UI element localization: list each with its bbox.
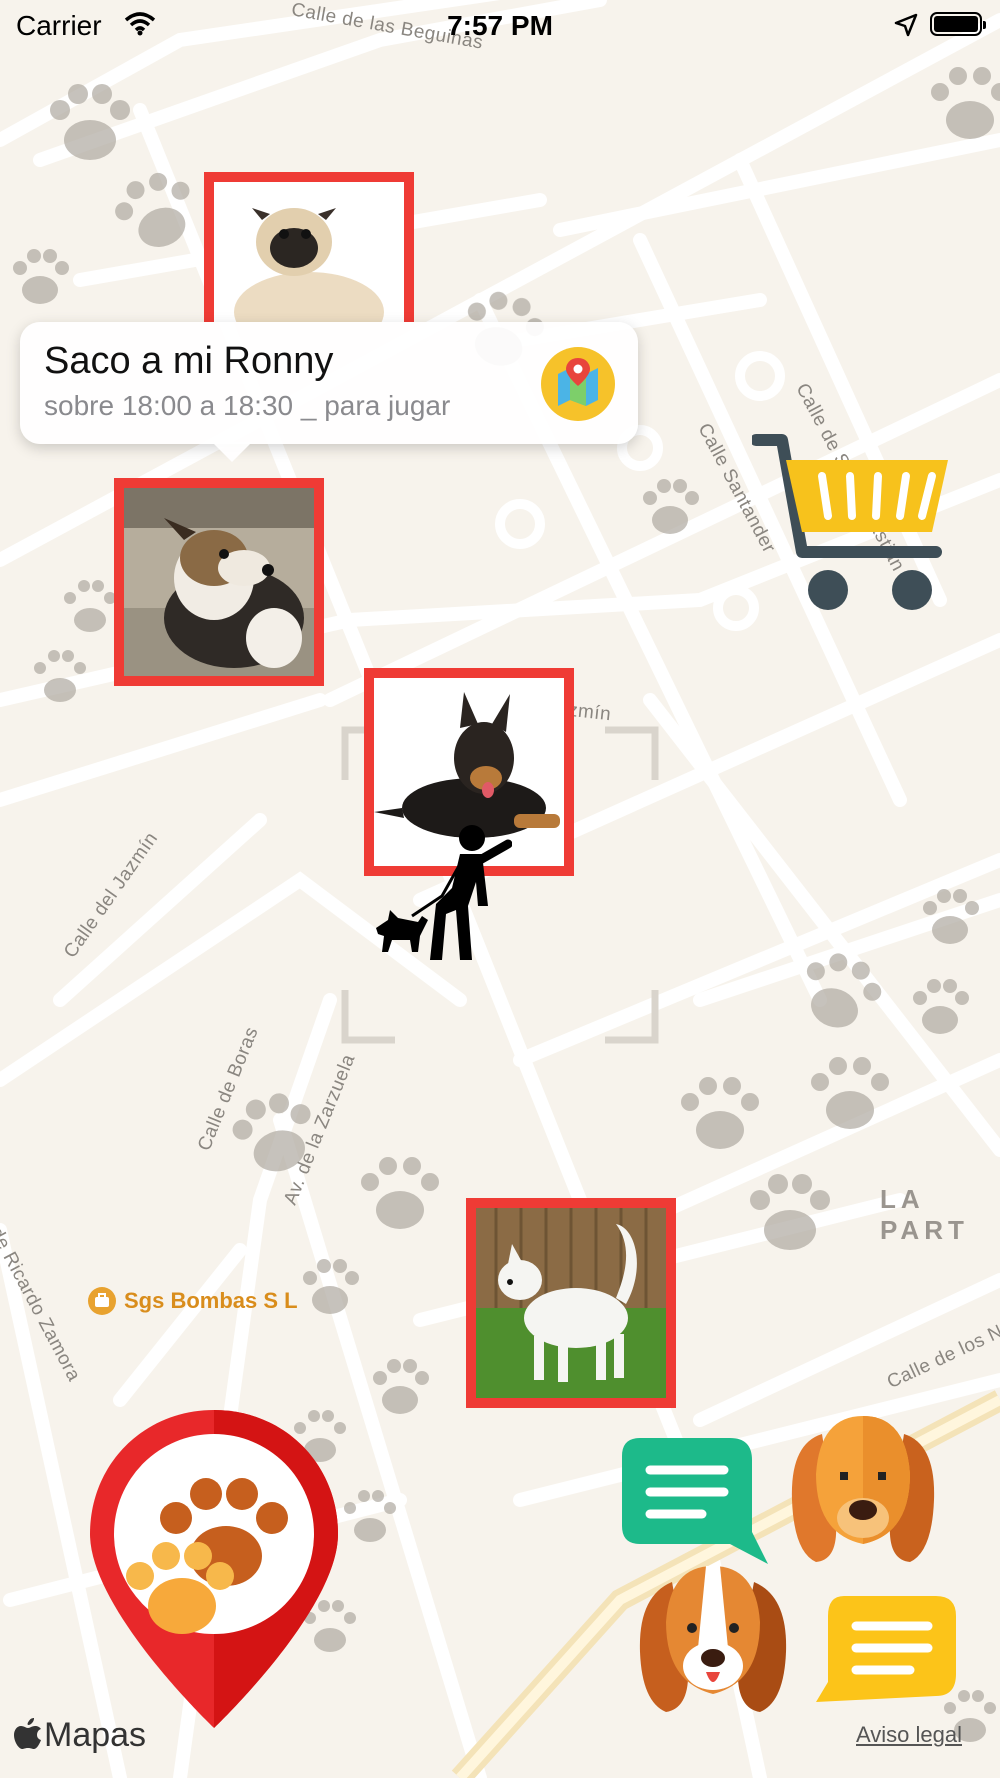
- shepherd-mix-photo-icon: [124, 488, 314, 676]
- dog-face-icon[interactable]: [786, 1414, 940, 1564]
- status-bar: Carrier 7:57 PM: [0, 0, 1000, 50]
- chat-bubble-yellow-icon[interactable]: [806, 1594, 958, 1706]
- district-label: LA PART: [880, 1184, 969, 1245]
- pug-photo-icon: [214, 182, 404, 322]
- map-callout[interactable]: Saco a mi Ronny sobre 18:00 a 18:30 _ pa…: [20, 322, 638, 462]
- paw-location-pin-icon[interactable]: [86, 1410, 342, 1728]
- battery-icon: [930, 12, 986, 36]
- callout-subtitle: sobre 18:00 a 18:30 _ para jugar: [44, 390, 451, 421]
- briefcase-icon[interactable]: [88, 1287, 116, 1315]
- shopping-cart-icon[interactable]: [750, 432, 952, 612]
- callout-title: Saco a mi Ronny: [44, 340, 334, 382]
- person-walking-dog-icon[interactable]: [372, 824, 513, 964]
- legal-link[interactable]: Aviso legal: [856, 1722, 962, 1748]
- dog-pin-white-dog[interactable]: [466, 1198, 676, 1408]
- chat-bubble-green-icon[interactable]: [620, 1436, 770, 1572]
- dog-pin-pug[interactable]: [204, 172, 414, 322]
- maps-app-icon[interactable]: [540, 346, 616, 422]
- poi-label[interactable]: Sgs Bombas S L: [124, 1288, 298, 1314]
- dog-pin-ronny[interactable]: [114, 478, 324, 686]
- location-arrow-icon: [894, 13, 918, 42]
- beagle-face-icon[interactable]: [636, 1562, 790, 1712]
- white-dog-photo-icon: [476, 1208, 666, 1398]
- clock: 7:57 PM: [447, 10, 553, 41]
- apple-logo-icon: [14, 1718, 42, 1755]
- maps-attribution: Mapas: [44, 1716, 147, 1754]
